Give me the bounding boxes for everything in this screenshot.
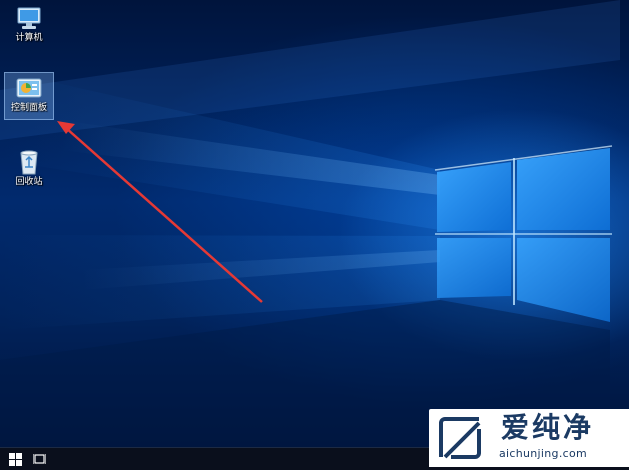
watermark-logo-icon [439, 417, 481, 459]
desktop-icon-control-panel[interactable]: 控制面板 [4, 72, 54, 120]
watermark: 爱纯净 aichunjing.com [429, 409, 629, 467]
recycle-bin-icon [20, 150, 38, 175]
desktop[interactable]: 计算机 控制面板 回收站 [0, 0, 629, 447]
icon-label: 计算机 [15, 33, 43, 43]
windows-logo-icon [8, 452, 22, 466]
task-view-button[interactable] [26, 448, 52, 470]
icon-label: 回收站 [15, 177, 43, 187]
computer-icon [17, 7, 41, 29]
desktop-icon-recycle-bin[interactable]: 回收站 [4, 144, 54, 192]
watermark-title: 爱纯净 [501, 411, 595, 444]
watermark-url: aichunjing.com [499, 447, 588, 460]
wallpaper-light [0, 0, 620, 447]
annotation-arrow [57, 121, 263, 303]
start-button[interactable] [2, 448, 28, 470]
task-view-icon [32, 454, 46, 464]
control-panel-icon [16, 78, 42, 98]
icon-label: 控制面板 [10, 103, 47, 113]
desktop-icon-computer[interactable]: 计算机 [4, 2, 54, 50]
